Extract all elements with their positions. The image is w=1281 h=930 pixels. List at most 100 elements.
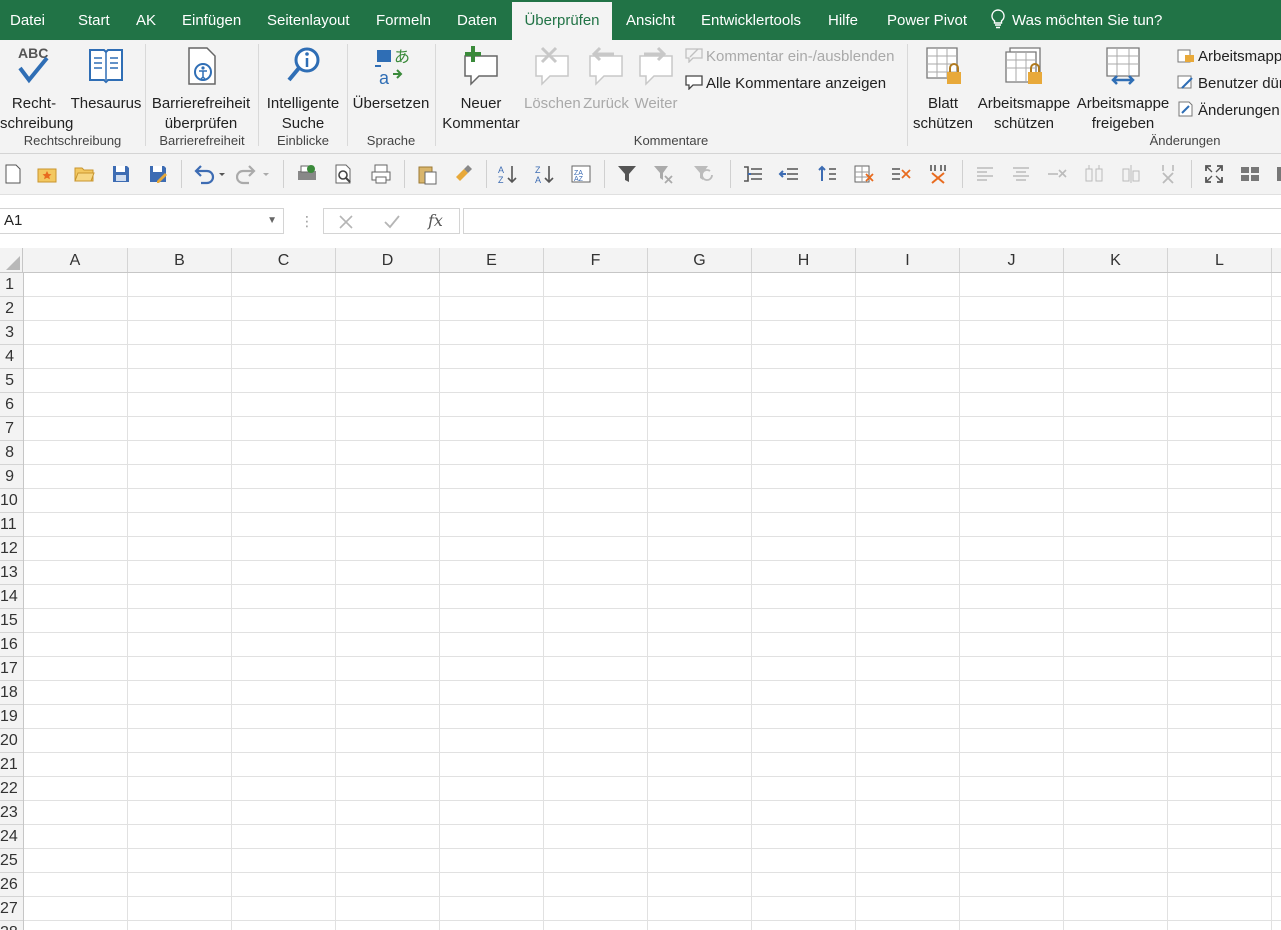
- row-header[interactable]: 14: [0, 585, 23, 609]
- row-header[interactable]: 9: [0, 465, 23, 489]
- tab-entwicklertools[interactable]: Entwicklertools: [701, 0, 801, 40]
- column-header-i[interactable]: I: [856, 248, 960, 272]
- ungroup-rows-icon[interactable]: [778, 163, 800, 185]
- row-header[interactable]: 24: [0, 825, 23, 849]
- group-rows-icon[interactable]: [742, 163, 764, 185]
- row-header[interactable]: 12: [0, 537, 23, 561]
- tab-seitenlayout[interactable]: Seitenlayout: [267, 0, 350, 40]
- previous-comment-button[interactable]: Zurück: [580, 44, 632, 114]
- clear-filter-icon[interactable]: [652, 163, 674, 185]
- column-header-f[interactable]: F: [544, 248, 648, 272]
- column-header-j[interactable]: J: [960, 248, 1064, 272]
- redo-icon[interactable]: [236, 163, 270, 185]
- tab-ak[interactable]: AK: [136, 0, 156, 40]
- cell-area[interactable]: [24, 273, 1281, 930]
- undo-icon[interactable]: [192, 163, 226, 185]
- column-header-l[interactable]: L: [1168, 248, 1272, 272]
- track-changes-button[interactable]: Änderungen: [1177, 101, 1280, 121]
- translate-button[interactable]: あa Übersetzen: [350, 44, 432, 114]
- save-icon[interactable]: [110, 163, 132, 185]
- column-header-c[interactable]: C: [232, 248, 336, 272]
- tab-formeln[interactable]: Formeln: [376, 0, 431, 40]
- row-header[interactable]: 26: [0, 873, 23, 897]
- column-header-a[interactable]: A: [23, 248, 128, 272]
- allow-users-button[interactable]: Benutzer dür: [1177, 74, 1281, 94]
- print-icon[interactable]: [370, 163, 392, 185]
- distribute-columns-icon[interactable]: [1120, 163, 1142, 185]
- formula-input[interactable]: [463, 208, 1281, 234]
- row-header[interactable]: 1: [0, 273, 23, 297]
- toggle-comment-button[interactable]: Kommentar ein-/ausblenden: [685, 47, 894, 67]
- reapply-filter-icon[interactable]: [692, 163, 714, 185]
- column-header-b[interactable]: B: [128, 248, 232, 272]
- row-header[interactable]: 25: [0, 849, 23, 873]
- show-all-comments-button[interactable]: Alle Kommentare anzeigen: [685, 74, 886, 94]
- tab-einfuegen[interactable]: Einfügen: [182, 0, 241, 40]
- smart-lookup-button[interactable]: Intelligente Suche: [262, 44, 344, 134]
- remove-column-icon[interactable]: [1157, 163, 1179, 185]
- save-as-icon[interactable]: [147, 163, 169, 185]
- sort-descending-icon[interactable]: ZA: [534, 163, 556, 185]
- formula-bar-grip-icon[interactable]: ⋮: [300, 211, 314, 231]
- protect-workbook-button[interactable]: Arbeitsmappe schützen: [976, 44, 1072, 134]
- toolbar-overflow-icon[interactable]: [1275, 163, 1281, 185]
- row-header[interactable]: 13: [0, 561, 23, 585]
- delete-row-icon[interactable]: [1046, 163, 1068, 185]
- row-header[interactable]: 27: [0, 897, 23, 921]
- delete-cells-icon[interactable]: [853, 163, 875, 185]
- workbook-protect-share-button[interactable]: Arbeitsmapp: [1177, 47, 1281, 67]
- row-header[interactable]: 7: [0, 417, 23, 441]
- row-header[interactable]: 19: [0, 705, 23, 729]
- custom-sort-icon[interactable]: ZAAZ: [570, 163, 592, 185]
- cancel-icon[interactable]: [338, 214, 354, 230]
- align-center-icon[interactable]: [1010, 163, 1032, 185]
- paste-icon[interactable]: [416, 163, 438, 185]
- delete-comment-button[interactable]: Löschen: [524, 44, 581, 114]
- share-workbook-button[interactable]: Arbeitsmappe freigeben: [1074, 44, 1172, 134]
- filter-icon[interactable]: [616, 163, 638, 185]
- spelling-button[interactable]: ABC Recht- schreibung: [0, 44, 73, 134]
- row-header[interactable]: 18: [0, 681, 23, 705]
- confirm-icon[interactable]: [383, 214, 401, 230]
- name-box[interactable]: A1 ▼: [0, 208, 284, 234]
- row-header[interactable]: 20: [0, 729, 23, 753]
- show-detail-icon[interactable]: [816, 163, 838, 185]
- sort-ascending-icon[interactable]: AZ: [497, 163, 519, 185]
- row-header[interactable]: 2: [0, 297, 23, 321]
- row-header[interactable]: 23: [0, 801, 23, 825]
- thesaurus-button[interactable]: Thesaurus: [70, 44, 142, 114]
- new-document-icon[interactable]: [2, 163, 24, 185]
- tab-ansicht[interactable]: Ansicht: [626, 0, 675, 40]
- row-header[interactable]: 21: [0, 753, 23, 777]
- tab-datei[interactable]: Datei: [10, 0, 45, 40]
- tab-start[interactable]: Start: [78, 0, 110, 40]
- column-header-g[interactable]: G: [648, 248, 752, 272]
- column-width-icon[interactable]: [1083, 163, 1105, 185]
- remove-duplicates-icon[interactable]: [927, 163, 949, 185]
- tab-hilfe[interactable]: Hilfe: [828, 0, 858, 40]
- tell-me-search[interactable]: Was möchten Sie tun?: [990, 0, 1162, 40]
- format-painter-icon[interactable]: [452, 163, 474, 185]
- print-preview-icon[interactable]: [332, 163, 354, 185]
- row-header[interactable]: 3: [0, 321, 23, 345]
- quick-print-icon[interactable]: [296, 163, 318, 185]
- new-from-template-icon[interactable]: [36, 163, 58, 185]
- arrange-windows-icon[interactable]: [1239, 163, 1261, 185]
- row-header[interactable]: 15: [0, 609, 23, 633]
- row-header[interactable]: 22: [0, 777, 23, 801]
- align-left-icon[interactable]: [974, 163, 996, 185]
- column-header-h[interactable]: H: [752, 248, 856, 272]
- row-header[interactable]: 17: [0, 657, 23, 681]
- protect-sheet-button[interactable]: Blatt schützen: [910, 44, 976, 134]
- insert-function-button[interactable]: fx: [428, 211, 443, 230]
- accessibility-check-button[interactable]: Barrierefreiheit überprüfen: [148, 44, 254, 134]
- new-comment-button[interactable]: Neuer Kommentar: [438, 44, 524, 134]
- row-header[interactable]: 4: [0, 345, 23, 369]
- fullscreen-icon[interactable]: [1203, 163, 1225, 185]
- open-folder-icon[interactable]: [73, 163, 95, 185]
- next-comment-button[interactable]: Weiter: [632, 44, 680, 114]
- clear-contents-icon[interactable]: [890, 163, 912, 185]
- tab-daten[interactable]: Daten: [457, 0, 497, 40]
- row-header[interactable]: 28: [0, 921, 23, 930]
- column-header-k[interactable]: K: [1064, 248, 1168, 272]
